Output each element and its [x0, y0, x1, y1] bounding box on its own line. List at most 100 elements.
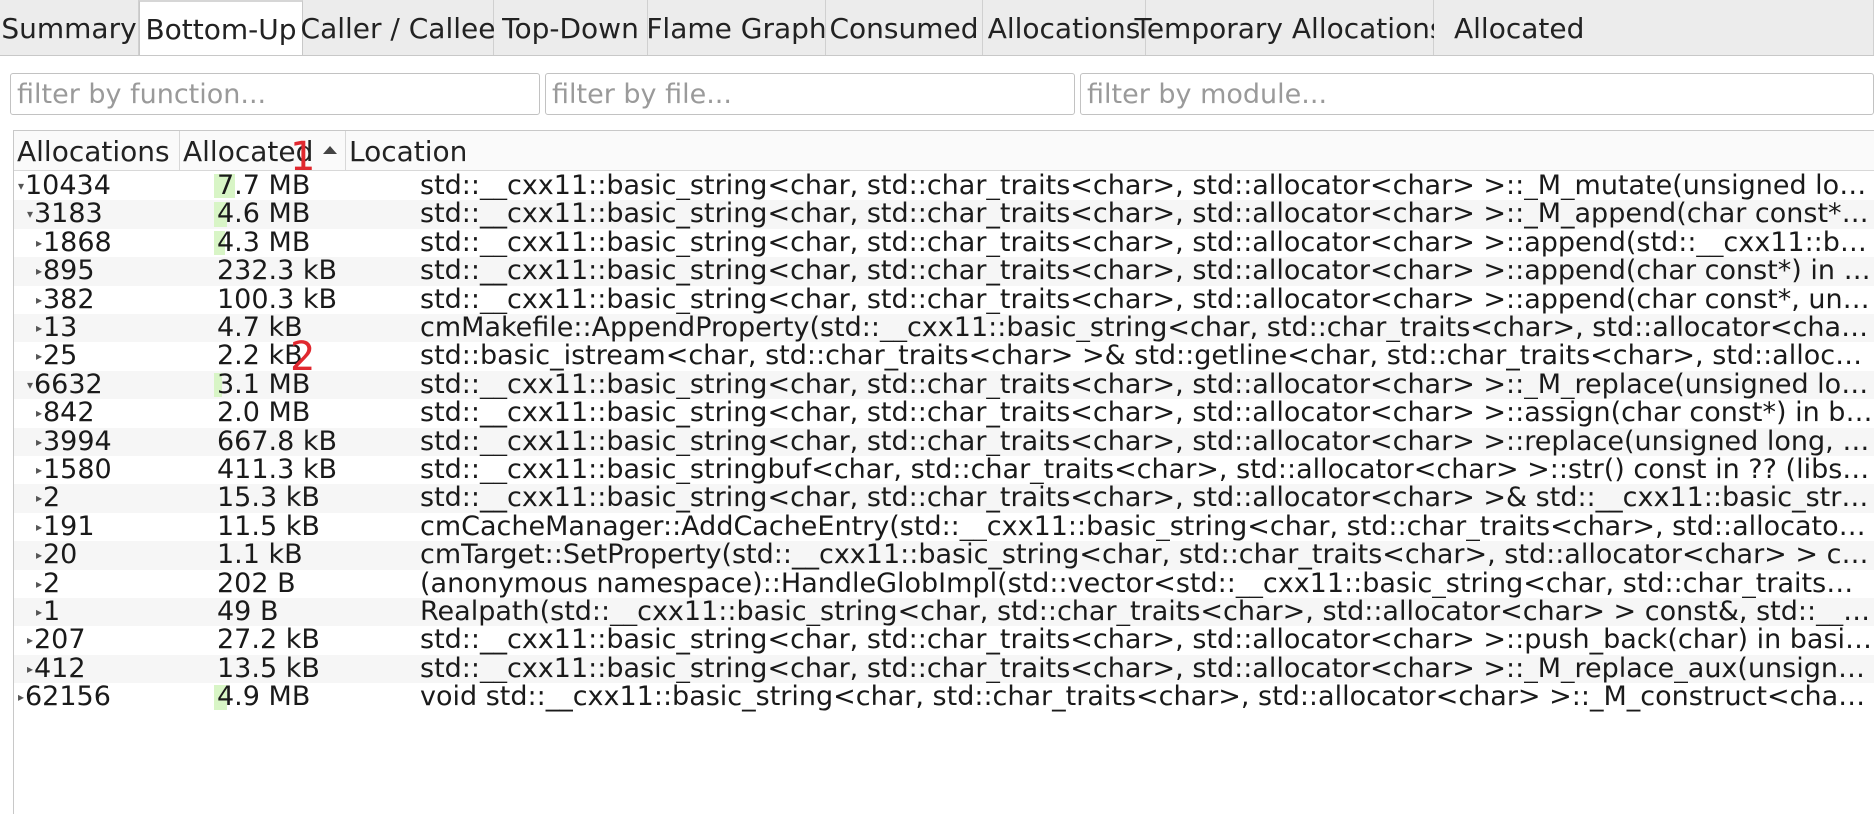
allocations-value: 191	[43, 512, 95, 542]
table-row[interactable]: ▸ 382 100.3 kB std::__cxx11::basic_string<c…	[14, 286, 1874, 314]
cell-allocated: 7.7 MB	[214, 172, 419, 200]
allocated-value: 1.1 kB	[217, 541, 303, 570]
annotation-marker-1: 1	[290, 134, 316, 180]
cell-allocations: ▸ 382	[14, 286, 214, 314]
table-row[interactable]: ▾ 3183 4.6 MB std::__cxx11::basic_string<ch…	[14, 200, 1874, 229]
cell-allocations: ▾ 6632	[14, 371, 214, 399]
tab-temporary-allocations[interactable]: Temporary Allocations	[1134, 0, 1445, 55]
cell-location: void std::__cxx11::basic_string<char, st…	[420, 683, 1874, 712]
tab-summary[interactable]: Summary	[0, 0, 139, 55]
table-row[interactable]: ▸ 1868 4.3 MB std::__cxx11::basic_string<ch…	[14, 229, 1874, 257]
table-row[interactable]: ▸ 1580 411.3 kB std::__cxx11::basic_stringb…	[14, 456, 1874, 484]
cell-allocations: ▸ 412	[14, 655, 214, 683]
table-row[interactable]: ▸ 207 27.2 kB std::__cxx11::basic_string<ch…	[14, 626, 1874, 654]
cell-allocations: ▸ 842	[14, 399, 214, 427]
tab-top-down[interactable]: Top-Down	[494, 0, 648, 55]
tab-label: Top-Down	[502, 11, 639, 45]
allocated-value: 202 B	[217, 569, 296, 598]
filter-module-input[interactable]	[1080, 73, 1874, 115]
cell-allocated: 2.0 MB	[214, 399, 419, 427]
sort-ascending-icon	[323, 146, 337, 154]
cell-allocations: ▸ 2	[14, 570, 214, 598]
cell-allocations: ▾ 3183	[14, 200, 214, 228]
tab-label: Summary	[1, 11, 137, 45]
filter-function-input[interactable]	[10, 73, 540, 115]
allocations-value: 13	[43, 314, 78, 343]
allocated-value: 27.2 kB	[217, 626, 320, 655]
cell-allocations: ▸ 25	[14, 342, 214, 370]
cell-allocations: ▸ 1580	[14, 456, 214, 484]
column-header-location[interactable]: Location	[346, 131, 1874, 171]
allocated-value: 11.5 kB	[217, 512, 320, 542]
cell-allocated: 15.3 kB	[214, 484, 419, 512]
tab-bar: Summary Bottom-Up Caller / Callee Top-Do…	[0, 0, 1874, 56]
cell-allocated: 4.7 kB	[214, 314, 419, 342]
cell-location: cmTarget::SetProperty(std::__cxx11::basi…	[420, 541, 1874, 570]
cell-allocated: 11.5 kB	[214, 513, 419, 541]
cell-allocated: 411.3 kB	[214, 456, 419, 484]
cell-location: (anonymous namespace)::HandleGlobImpl(st…	[420, 569, 1874, 598]
cell-location: cmMakefile::AppendProperty(std::__cxx11:…	[420, 314, 1874, 343]
cell-location: std::__cxx11::basic_string<char, std::ch…	[420, 626, 1874, 655]
cell-location: std::__cxx11::basic_string<char, std::ch…	[420, 427, 1874, 456]
allocated-value: 411.3 kB	[217, 456, 338, 485]
cell-location: std::__cxx11::basic_stringbuf<char, std:…	[420, 456, 1874, 485]
filter-file-input[interactable]	[545, 73, 1075, 115]
cell-location: std::__cxx11::basic_string<char, std::ch…	[420, 200, 1874, 229]
tab-label: Allocations	[987, 11, 1141, 45]
allocated-value: 100.3 kB	[217, 285, 338, 314]
cell-location: std::__cxx11::basic_string<char, std::ch…	[420, 285, 1874, 314]
allocated-value: 4.6 MB	[217, 200, 311, 229]
column-header-allocations[interactable]: Allocations	[14, 131, 180, 171]
allocations-value: 20	[43, 541, 78, 570]
cell-allocations: ▸ 895	[14, 257, 214, 285]
column-header-allocated[interactable]: Allocated	[180, 131, 346, 171]
allocations-value: 1	[43, 598, 61, 627]
allocations-value: 2	[43, 484, 61, 513]
tab-allocations[interactable]: Allocations	[983, 0, 1146, 55]
cell-allocated: 49 B	[214, 598, 419, 626]
table-row[interactable]: ▸ 842 2.0 MB std::__cxx11::basic_string<cha…	[14, 399, 1874, 427]
allocated-value: 4.3 MB	[217, 228, 311, 258]
table-row[interactable]: ▸ 2 15.3 kB std::__cxx11::basic_string<char…	[14, 484, 1874, 513]
table-row[interactable]: ▸ 3994 667.8 kB std::__cxx11::basic_string<…	[14, 427, 1874, 456]
tab-label: Caller / Callee	[300, 11, 496, 45]
table-row[interactable]: ▸ 1 49 B Realpath(std::__cxx11::basic_strin…	[14, 598, 1874, 627]
allocated-value: 4.9 MB	[217, 683, 311, 712]
tab-label: Bottom-Up	[145, 13, 297, 46]
cell-location: std::__cxx11::basic_string<char, std::ch…	[420, 172, 1874, 201]
tab-consumed[interactable]: Consumed	[826, 0, 983, 55]
allocations-value: 412	[34, 654, 86, 684]
table-row[interactable]: ▸ 895 232.3 kB std::__cxx11::basic_string<c…	[14, 257, 1874, 286]
table-row[interactable]: ▸ 191 11.5 kB cmCacheManager::AddCacheEntry…	[14, 513, 1874, 541]
table-row[interactable]: ▸ 412 13.5 kB std::__cxx11::basic_string<ch…	[14, 654, 1874, 684]
results-table: Allocations Allocated Location ▾ 10434 7.7…	[13, 130, 1874, 814]
tab-caller-callee[interactable]: Caller / Callee	[300, 0, 496, 55]
cell-allocations: ▸ 3994	[14, 428, 214, 456]
cell-allocated: 2.2 kB	[214, 342, 419, 370]
cell-allocations: ▸ 62156	[14, 683, 214, 711]
table-row[interactable]: ▸ 2 202 B (anonymous namespace)::HandleGlob…	[14, 570, 1874, 598]
cell-allocated: 4.3 MB	[214, 229, 419, 257]
table-row[interactable]: ▸ 62156 4.9 MB void std::__cxx11::basic_str…	[14, 683, 1874, 711]
cell-allocations: ▸ 20	[14, 541, 214, 569]
tab-label: Flame Graph	[646, 11, 827, 45]
tab-bottom-up[interactable]: Bottom-Up	[139, 0, 303, 55]
allocations-value: 25	[43, 342, 78, 371]
cell-allocated: 100.3 kB	[214, 286, 419, 314]
annotation-marker-2: 2	[290, 334, 316, 380]
cell-location: std::__cxx11::basic_string<char, std::ch…	[420, 484, 1874, 513]
allocated-value: 49 B	[217, 598, 279, 627]
cell-location: std::__cxx11::basic_string<char, std::ch…	[420, 370, 1874, 400]
tab-allocated[interactable]: Allocated	[1434, 0, 1874, 55]
allocations-value: 1868	[43, 228, 112, 258]
allocations-value: 3183	[34, 200, 103, 229]
allocations-value: 3994	[43, 427, 112, 456]
cell-location: std::__cxx11::basic_string<char, std::ch…	[420, 654, 1874, 684]
cell-allocations: ▸ 2	[14, 484, 214, 512]
allocations-value: 207	[34, 626, 86, 655]
allocations-value: 895	[43, 257, 95, 286]
cell-allocations: ▸ 13	[14, 314, 214, 342]
table-row[interactable]: ▸ 20 1.1 kB cmTarget::SetProperty(std::__cx…	[14, 541, 1874, 570]
tab-flame-graph[interactable]: Flame Graph	[646, 0, 827, 55]
